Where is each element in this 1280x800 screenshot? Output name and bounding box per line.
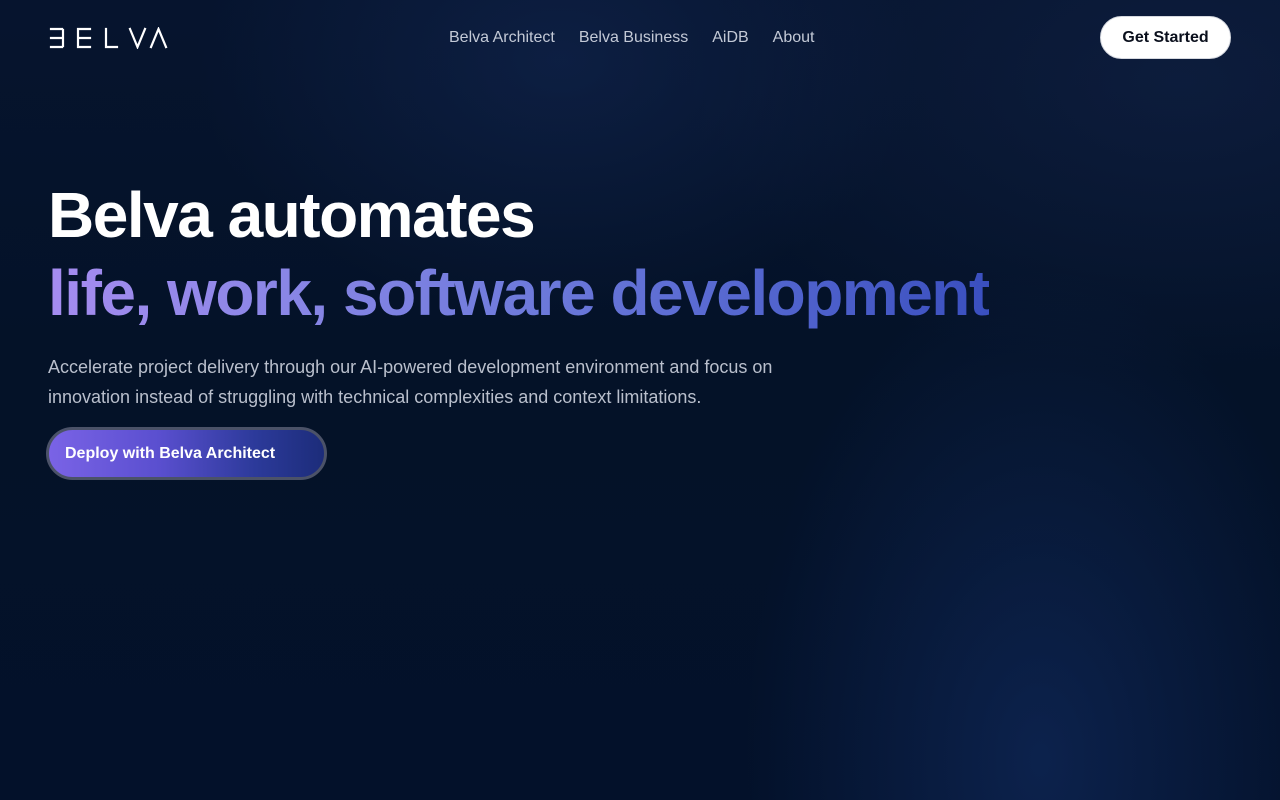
nav-link-belva-architect[interactable]: Belva Architect [449, 28, 555, 48]
get-started-button[interactable]: Get Started [1100, 16, 1231, 59]
nav-link-belva-business[interactable]: Belva Business [579, 28, 688, 48]
hero-headline-gradient: life, work, software development [48, 254, 990, 332]
deploy-with-belva-architect-button[interactable]: Deploy with Belva Architect [46, 427, 327, 480]
hero-subtitle: Accelerate project delivery through our … [48, 357, 773, 407]
primary-nav: Belva Architect Belva Business AiDB Abou… [449, 28, 814, 48]
hero-headline: Belva automates [48, 179, 536, 251]
belva-logo[interactable] [49, 27, 169, 49]
hero-section: Belva automates life, work, software dev… [48, 176, 1048, 412]
top-navbar: Belva Architect Belva Business AiDB Abou… [0, 0, 1280, 76]
nav-link-about[interactable]: About [773, 28, 815, 48]
nav-link-aidb[interactable]: AiDB [712, 28, 748, 48]
